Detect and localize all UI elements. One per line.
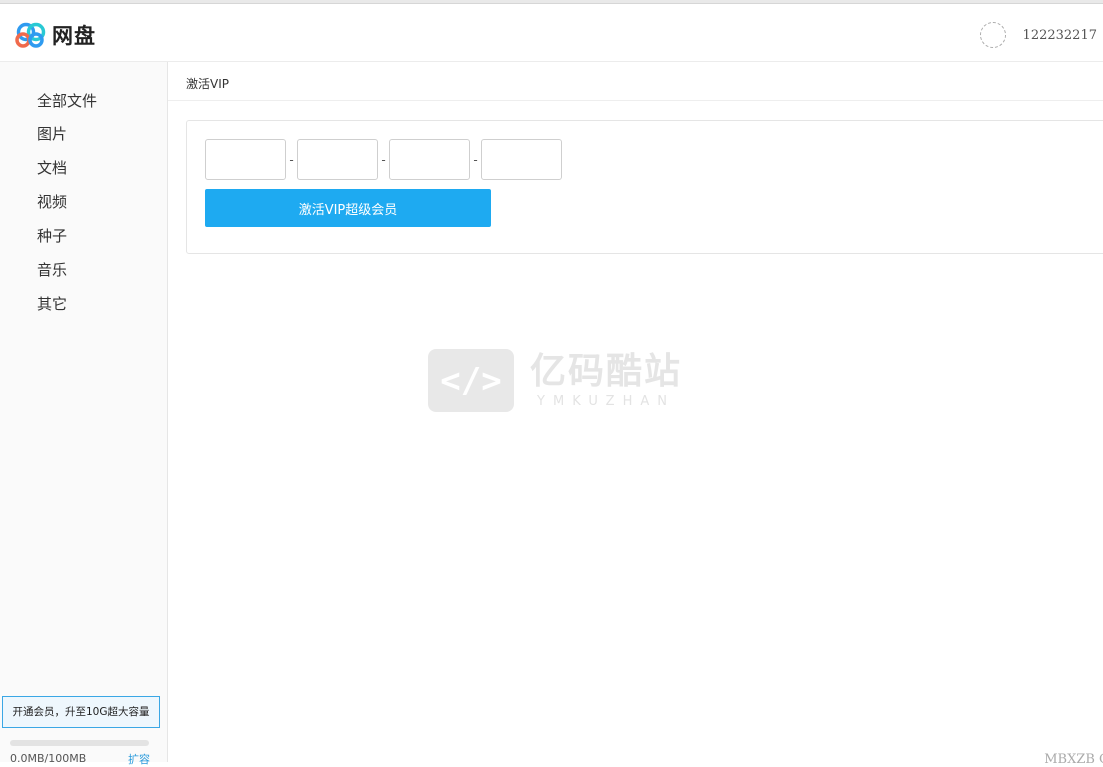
sidebar-item-music[interactable]: 音乐 bbox=[0, 258, 167, 292]
sidebar-nav: 全部文件 图片 文档 视频 种子 音乐 其它 bbox=[0, 87, 167, 326]
code-separator: - bbox=[381, 152, 386, 167]
main-content: 激活VIP - - - 激活VIP超级会员 bbox=[168, 62, 1103, 762]
footer-partial-text: MBXZB C bbox=[1044, 752, 1103, 767]
storage-progress-bar bbox=[10, 740, 149, 746]
app-logo[interactable]: 网盘 bbox=[14, 20, 96, 50]
activation-code-row: - - - bbox=[205, 139, 562, 180]
sidebar-item-all-files[interactable]: 全部文件 bbox=[0, 87, 167, 122]
watermark-text: 亿码酷站 YMKUZHAN bbox=[530, 351, 683, 410]
avatar[interactable] bbox=[979, 22, 1006, 48]
top-header: 网盘 122232217 bbox=[0, 4, 1103, 62]
username[interactable]: 122232217 bbox=[1023, 28, 1097, 43]
cloud-rings-logo-icon bbox=[15, 22, 46, 48]
code-separator: - bbox=[289, 152, 294, 167]
vip-upgrade-banner[interactable]: 开通会员，升至10G超大容量 bbox=[2, 696, 160, 728]
sidebar-item-videos[interactable]: 视频 bbox=[0, 190, 167, 224]
breadcrumb: 激活VIP bbox=[168, 62, 1103, 101]
activate-vip-panel: - - - 激活VIP超级会员 bbox=[186, 120, 1103, 254]
logo-text: 网盘 bbox=[52, 24, 96, 48]
activation-code-field-3[interactable] bbox=[389, 139, 470, 180]
sidebar-item-torrents[interactable]: 种子 bbox=[0, 224, 167, 258]
watermark-en: YMKUZHAN bbox=[537, 394, 675, 409]
activation-code-field-4[interactable] bbox=[481, 139, 562, 180]
watermark-cn: 亿码酷站 bbox=[530, 351, 683, 392]
code-brackets-icon: </> bbox=[428, 349, 514, 412]
storage-usage-text: 0.0MB/100MB bbox=[10, 752, 87, 765]
sidebar-item-images[interactable]: 图片 bbox=[0, 122, 167, 156]
sidebar: 全部文件 图片 文档 视频 种子 音乐 其它 开通会员，升至10G超大容量 0.… bbox=[0, 62, 168, 766]
activation-code-field-2[interactable] bbox=[297, 139, 378, 180]
sidebar-item-others[interactable]: 其它 bbox=[0, 292, 167, 326]
activation-code-field-1[interactable] bbox=[205, 139, 286, 180]
activate-vip-button[interactable]: 激活VIP超级会员 bbox=[205, 189, 491, 227]
watermark-glyph: </> bbox=[440, 360, 502, 401]
breadcrumb-current: 激活VIP bbox=[186, 77, 229, 91]
expand-storage-link[interactable]: 扩容 bbox=[128, 751, 150, 767]
watermark: </> 亿码酷站 YMKUZHAN bbox=[428, 349, 682, 412]
code-separator: - bbox=[473, 152, 478, 167]
sidebar-item-documents[interactable]: 文档 bbox=[0, 156, 167, 190]
user-area[interactable]: 122232217 bbox=[979, 22, 1097, 48]
